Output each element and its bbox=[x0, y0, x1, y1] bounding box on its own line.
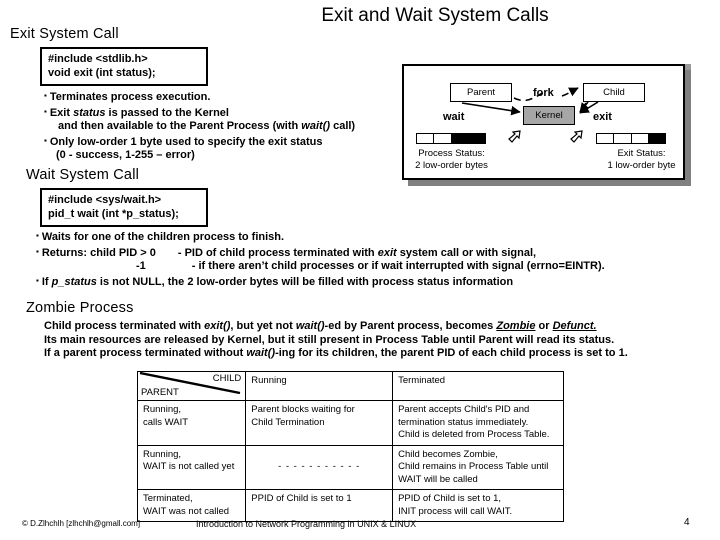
caption-exit-status-line2: 1 low-order byte bbox=[607, 160, 676, 171]
caption-exit-status-line1: Exit Status: bbox=[617, 148, 666, 159]
bullet-list-exit: Terminates process execution. Exit statu… bbox=[44, 89, 355, 163]
edge-label-wait: wait bbox=[443, 111, 465, 123]
heading-exit-system-call: Exit System Call bbox=[10, 26, 119, 42]
bullet-exit-status: Exit status is passed to the Kernel bbox=[44, 105, 355, 121]
bullet-low-order-byte: Only low-order 1 byte used to specify th… bbox=[44, 134, 355, 150]
table-row: Running, WAIT is not called yet - - - - … bbox=[136, 444, 564, 490]
table-row: Terminated, WAIT was not called PPID of … bbox=[136, 489, 564, 522]
footer-course-title: Introduction to Network Programming in U… bbox=[196, 519, 417, 529]
code-line-void-exit: void exit (int status); bbox=[48, 67, 156, 79]
bullet-returns-minus-one: -1- if there aren’t child processes or i… bbox=[136, 260, 605, 273]
zombie-paragraph: Child process terminated with exit(), bu… bbox=[44, 320, 628, 361]
bullet-returns-pid: Returns: child PID > 0- PID of child pro… bbox=[36, 245, 605, 261]
byte-bar-exit-status bbox=[596, 133, 666, 144]
footer-page-number: 4 bbox=[684, 517, 690, 528]
caption-process-status-line2: 2 low-order bytes bbox=[415, 160, 488, 171]
edge-label-exit: exit bbox=[593, 111, 612, 123]
header-label-child: CHILD bbox=[212, 373, 242, 384]
cell-parent-state: Terminated, WAIT was not called bbox=[136, 489, 247, 522]
node-parent: Parent bbox=[450, 83, 512, 102]
zombie-line-2: Its main resources are released by Kerne… bbox=[44, 333, 615, 346]
zombie-line-3: If a parent process terminated without w… bbox=[44, 347, 628, 360]
table-header-corner: CHILD PARENT bbox=[136, 371, 247, 401]
code-box-exit: #include <stdlib.h> void exit (int statu… bbox=[40, 47, 208, 86]
caption-process-status: Process Status: 2 low-order bytes bbox=[404, 148, 499, 172]
bullet-low-order-byte-cont: (0 - success, 1-255 – error) bbox=[56, 149, 195, 162]
cell-child-terminated: PPID of Child is set to 1, INIT process … bbox=[392, 489, 564, 522]
cell-child-terminated: Parent accepts Child's PID and terminati… bbox=[392, 400, 564, 446]
node-kernel: Kernel bbox=[523, 106, 575, 125]
bullet-p-status: If p_status is not NULL, the 2 low-order… bbox=[36, 274, 605, 290]
table-row: Running, calls WAIT Parent blocks waitin… bbox=[136, 400, 564, 446]
caption-process-status-line1: Process Status: bbox=[418, 148, 485, 159]
cell-child-running: Parent blocks waiting for Child Terminat… bbox=[245, 400, 394, 446]
table-header-row: CHILD PARENT Running Terminated bbox=[136, 371, 564, 401]
cell-child-running: PPID of Child is set to 1 bbox=[245, 489, 394, 522]
code-line-pid-t-wait: pid_t wait (int *p_status); bbox=[48, 208, 179, 220]
bullet-exit-status-cont: and then available to the Parent Process… bbox=[58, 120, 356, 133]
bullet-terminates: Terminates process execution. bbox=[44, 89, 355, 105]
table-header-running: Running bbox=[245, 371, 394, 401]
heading-zombie-process: Zombie Process bbox=[26, 300, 134, 316]
cell-parent-state: Running, calls WAIT bbox=[136, 400, 247, 446]
code-box-wait: #include <sys/wait.h> pid_t wait (int *p… bbox=[40, 188, 208, 227]
page-title: Exit and Wait System Calls bbox=[321, 5, 549, 26]
bullet-list-wait: Waits for one of the children process to… bbox=[36, 229, 605, 289]
node-child: Child bbox=[583, 83, 645, 102]
bullet-waits-for-child: Waits for one of the children process to… bbox=[36, 229, 605, 245]
parent-child-state-table: CHILD PARENT Running Terminated Running,… bbox=[136, 371, 564, 522]
table-header-terminated: Terminated bbox=[392, 371, 564, 401]
code-line-include-syswait: #include <sys/wait.h> bbox=[48, 194, 162, 206]
byte-bar-process-status bbox=[416, 133, 486, 144]
header-label-parent: PARENT bbox=[141, 386, 179, 398]
cell-parent-state: Running, WAIT is not called yet bbox=[136, 444, 247, 490]
footer-copyright: © D.Zlhchlh [zlhchlh@gmall.com] bbox=[22, 519, 141, 528]
code-line-include-stdlib: #include <stdlib.h> bbox=[48, 53, 148, 65]
edge-label-fork: fork bbox=[533, 87, 554, 99]
heading-wait-system-call: Wait System Call bbox=[26, 167, 140, 183]
zombie-line-1: Child process terminated with exit(), bu… bbox=[44, 320, 597, 332]
caption-exit-status: Exit Status: 1 low-order byte bbox=[594, 148, 689, 172]
cell-child-running: - - - - - - - - - - - bbox=[245, 444, 394, 490]
cell-child-terminated: Child becomes Zombie, Child remains in P… bbox=[392, 444, 564, 490]
